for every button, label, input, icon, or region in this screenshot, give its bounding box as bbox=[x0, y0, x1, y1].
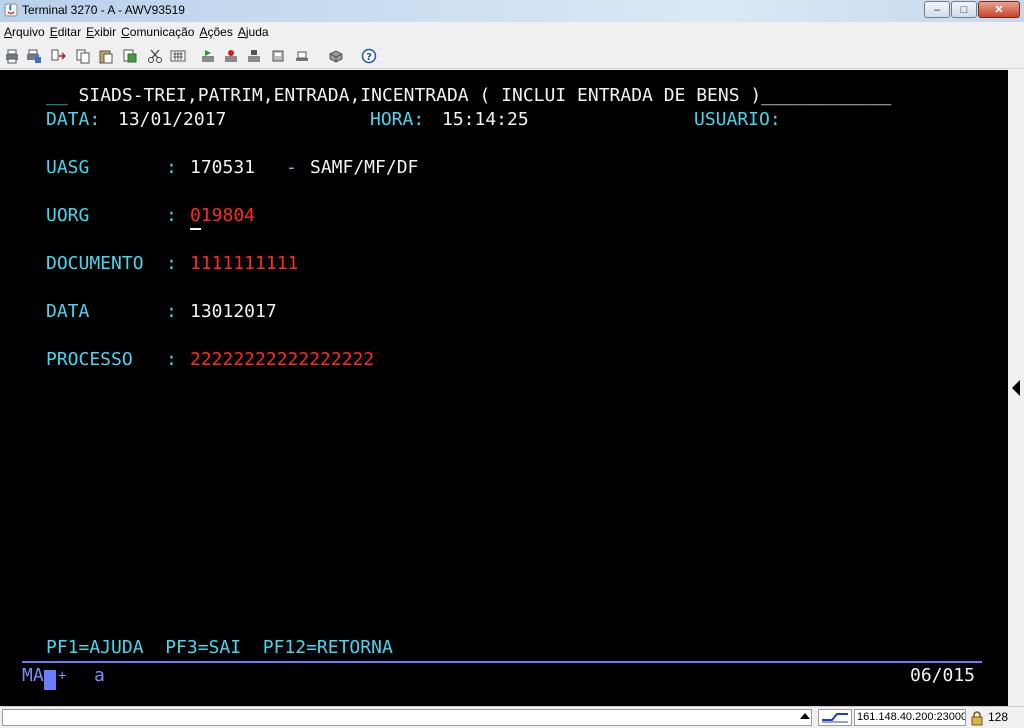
documento-colon: : bbox=[166, 253, 177, 274]
data-field-value: 13012017 bbox=[190, 301, 277, 322]
documento-input[interactable]: 1111111111 bbox=[190, 254, 298, 274]
data-field-colon: : bbox=[166, 301, 177, 322]
time-value: 15:14:25 bbox=[442, 109, 529, 130]
maximize-button[interactable]: □ bbox=[951, 1, 977, 18]
receive-file-icon[interactable] bbox=[294, 48, 310, 64]
java-app-icon bbox=[4, 3, 18, 17]
keypad-icon[interactable] bbox=[170, 48, 186, 64]
oia-cursor-position: 06/015 bbox=[910, 665, 976, 686]
send-file-icon[interactable] bbox=[270, 48, 286, 64]
oia-cursor-block bbox=[44, 670, 56, 690]
status-message-field bbox=[2, 709, 812, 726]
user-label: USUARIO: bbox=[694, 109, 781, 130]
svg-text:?: ? bbox=[366, 52, 372, 63]
uorg-label: UORG bbox=[46, 205, 90, 226]
connection-icon bbox=[818, 709, 852, 726]
date-value: 13/01/2017 bbox=[118, 109, 227, 130]
uasg-colon: : bbox=[166, 157, 177, 178]
menu-exibir[interactable]: Exibir bbox=[84, 23, 119, 41]
time-label: HORA: bbox=[370, 109, 425, 130]
processo-colon: : bbox=[166, 349, 177, 370]
macro-play-icon[interactable] bbox=[200, 48, 216, 64]
terminal-screen[interactable]: __ SIADS-TREI,PATRIM,ENTRADA,INCENTRADA … bbox=[0, 70, 1008, 706]
menu-bar: Arquivo Editar Exibir Comunicação Ações … bbox=[0, 23, 1024, 41]
processo-input[interactable]: 22222222222222222 bbox=[190, 350, 374, 370]
host-address: 161.148.40.200:23000 bbox=[854, 709, 966, 726]
uorg-colon: : bbox=[166, 205, 177, 226]
print-setup-icon[interactable] bbox=[26, 48, 42, 64]
lock-icon bbox=[971, 711, 983, 726]
documento-label: DOCUMENTO bbox=[46, 253, 144, 274]
status-bar: 161.148.40.200:23000 128 bbox=[0, 706, 1024, 728]
panel-collapse-arrow-icon[interactable] bbox=[1012, 380, 1020, 396]
encryption-strength: 128 bbox=[988, 710, 1009, 724]
uorg-input[interactable]: 019804 bbox=[190, 206, 255, 226]
uasg-description: SAMF/MF/DF bbox=[310, 157, 419, 178]
pf-keys-legend: PF1=AJUDA PF3=SAI PF12=RETORNA bbox=[46, 637, 393, 658]
menu-editar[interactable]: Editar bbox=[48, 23, 84, 41]
minimize-button[interactable]: – bbox=[924, 1, 950, 18]
cut-icon[interactable] bbox=[147, 48, 163, 64]
text-cursor bbox=[190, 228, 201, 230]
macro-record-icon[interactable] bbox=[223, 48, 239, 64]
menu-ajuda[interactable]: Ajuda bbox=[236, 23, 272, 41]
window-title: Terminal 3270 - A - AWV93519 bbox=[22, 3, 185, 17]
menu-comunicacao[interactable]: Comunicação bbox=[119, 23, 197, 41]
data-field-label: DATA bbox=[46, 301, 90, 322]
uasg-value: 170531 bbox=[190, 157, 256, 178]
uasg-label: UASG bbox=[46, 157, 90, 178]
oia-mode: MA bbox=[22, 665, 44, 686]
macro-stop-icon[interactable] bbox=[246, 48, 262, 64]
print-screen-icon[interactable] bbox=[4, 48, 20, 64]
uasg-dash: - bbox=[286, 157, 297, 178]
paste-icon[interactable] bbox=[98, 48, 114, 64]
menu-acoes[interactable]: Ações bbox=[197, 23, 235, 41]
screen-header: __ SIADS-TREI,PATRIM,ENTRADA,INCENTRADA … bbox=[46, 85, 892, 106]
network-icon[interactable] bbox=[328, 48, 344, 64]
window-title-bar[interactable]: Terminal 3270 - A - AWV93519 – □ ✕ bbox=[0, 0, 1024, 22]
close-button[interactable]: ✕ bbox=[978, 1, 1020, 18]
oia-session: a bbox=[94, 665, 105, 686]
copy-append-icon[interactable] bbox=[122, 48, 138, 64]
oia-plus: + bbox=[58, 668, 67, 684]
help-icon[interactable]: ? bbox=[361, 48, 377, 64]
transfer-icon[interactable] bbox=[50, 48, 66, 64]
status-expand-icon[interactable] bbox=[800, 713, 810, 719]
oia-separator bbox=[22, 661, 982, 663]
menu-arquivo[interactable]: Arquivo bbox=[2, 23, 48, 41]
date-label: DATA: bbox=[46, 109, 101, 130]
copy-icon[interactable] bbox=[75, 48, 91, 64]
toolbar: ? bbox=[0, 43, 1024, 69]
processo-label: PROCESSO bbox=[46, 349, 133, 370]
